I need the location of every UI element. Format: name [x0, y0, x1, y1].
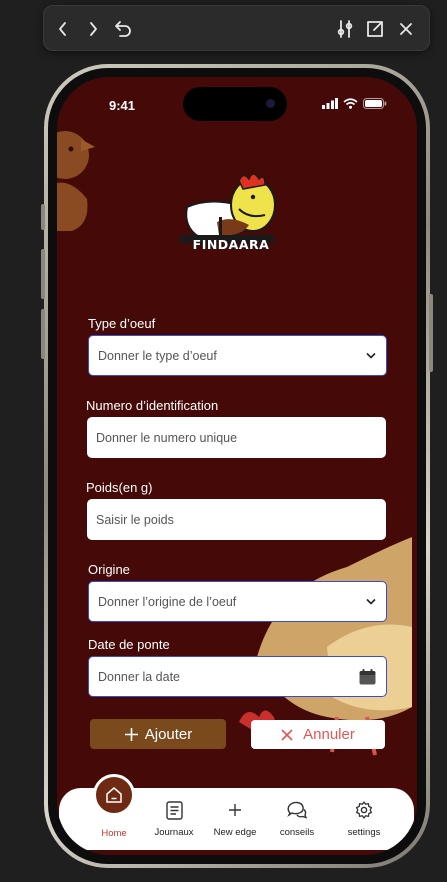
close-icon	[281, 728, 293, 741]
nav-journals[interactable]: Journaux	[144, 798, 204, 838]
egg-type-placeholder: Donner le type d’oeuf	[98, 348, 217, 363]
back-icon[interactable]	[52, 18, 74, 40]
sliders-icon[interactable]	[334, 18, 356, 40]
date-label: Date de ponte	[88, 637, 170, 652]
nav-advice-label: conseils	[279, 827, 315, 838]
weight-placeholder: Saisir le poids	[96, 512, 174, 527]
plus-icon	[124, 727, 138, 741]
gear-icon	[355, 801, 373, 819]
weight-input[interactable]: Saisir le poids	[87, 499, 386, 540]
app-logo: FINDAARA	[169, 167, 289, 267]
status-bar: 9:41	[57, 77, 417, 127]
add-button-label: Ajouter	[144, 725, 193, 743]
nav-advice[interactable]: conseils	[267, 798, 327, 838]
nav-journals-label: Journaux	[154, 827, 194, 838]
phone-side-button	[41, 249, 45, 299]
egg-type-select[interactable]: Donner le type d’oeuf	[88, 335, 387, 376]
battery-icon	[363, 98, 387, 109]
open-external-icon[interactable]	[364, 18, 386, 40]
chevron-down-icon	[366, 352, 376, 359]
calendar-icon[interactable]	[359, 668, 376, 685]
chick-illustration	[57, 131, 95, 231]
nav-home-button[interactable]	[93, 774, 135, 816]
dynamic-island	[183, 87, 287, 121]
app-screen: 9:41 FINDAARA Type d’oeuf Donner le type…	[57, 77, 417, 855]
id-label: Numero d’identification	[86, 398, 219, 413]
date-placeholder: Donner la date	[98, 669, 181, 684]
nav-new-edge-label: New edge	[213, 827, 257, 838]
id-input[interactable]: Donner le numero unique	[87, 417, 386, 458]
weight-label: Poids(en g)	[86, 480, 153, 495]
plus-icon	[229, 804, 241, 816]
cancel-button[interactable]: Annuler	[251, 720, 385, 749]
refresh-icon[interactable]	[111, 18, 133, 40]
status-time: 9:41	[109, 98, 136, 113]
status-icons	[322, 98, 387, 109]
preview-toolbar	[43, 5, 430, 51]
nav-settings-label: settings	[347, 827, 381, 838]
date-input[interactable]: Donner la date	[88, 656, 387, 697]
nav-settings[interactable]: settings	[334, 798, 394, 838]
journal-icon	[165, 800, 183, 820]
close-icon[interactable]	[395, 18, 417, 40]
bottom-navigation: Home Journaux New edge conseils settings	[59, 774, 414, 850]
home-icon	[106, 787, 122, 803]
phone-side-button	[41, 204, 45, 230]
phone-side-button	[41, 309, 45, 359]
add-button[interactable]: Ajouter	[90, 719, 226, 749]
nav-home-label[interactable]: Home	[87, 828, 141, 839]
signal-icon	[322, 98, 338, 109]
origin-placeholder: Donner l’origine de l’oeuf	[98, 594, 237, 609]
id-placeholder: Donner le numero unique	[96, 430, 238, 445]
cancel-button-label: Annuler	[303, 726, 355, 743]
type-label: Type d’oeuf	[88, 316, 156, 331]
phone-side-button	[429, 294, 433, 372]
nav-new-edge[interactable]: New edge	[205, 798, 265, 838]
chevron-down-icon	[366, 598, 376, 605]
wifi-icon	[343, 98, 358, 109]
phone-frame: 9:41 FINDAARA Type d’oeuf Donner le type…	[41, 64, 433, 868]
forward-icon[interactable]	[82, 18, 104, 40]
origin-select[interactable]: Donner l’origine de l’oeuf	[88, 581, 387, 622]
origin-label: Origine	[88, 562, 130, 577]
logo-text: FINDAARA	[192, 236, 270, 252]
chat-bubbles-icon	[287, 801, 307, 819]
